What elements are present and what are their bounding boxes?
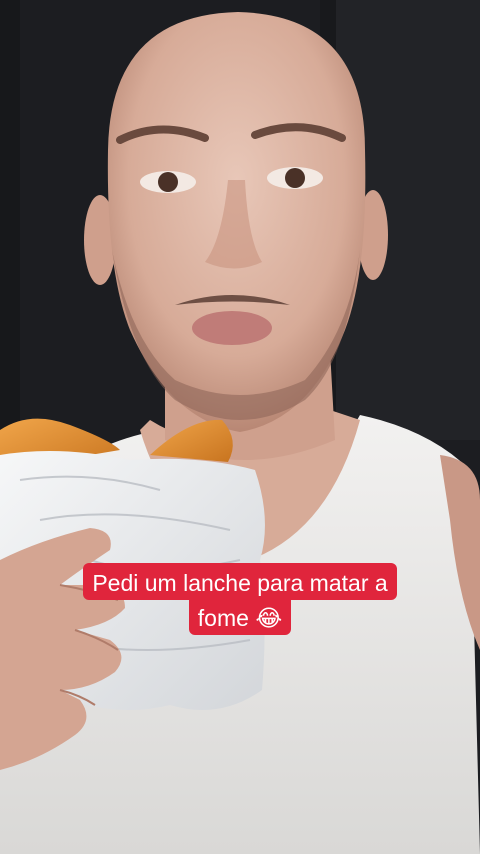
lips [192,311,272,345]
video-caption: Pedi um lanche para matar a fome 😂 [0,563,480,635]
video-frame[interactable]: Pedi um lanche para matar a fome 😂 [0,0,480,854]
caption-line-2: fome 😂 [188,598,292,635]
video-scene [0,0,480,854]
wall-panel [0,0,20,440]
caption-line-1: Pedi um lanche para matar a [83,563,397,600]
